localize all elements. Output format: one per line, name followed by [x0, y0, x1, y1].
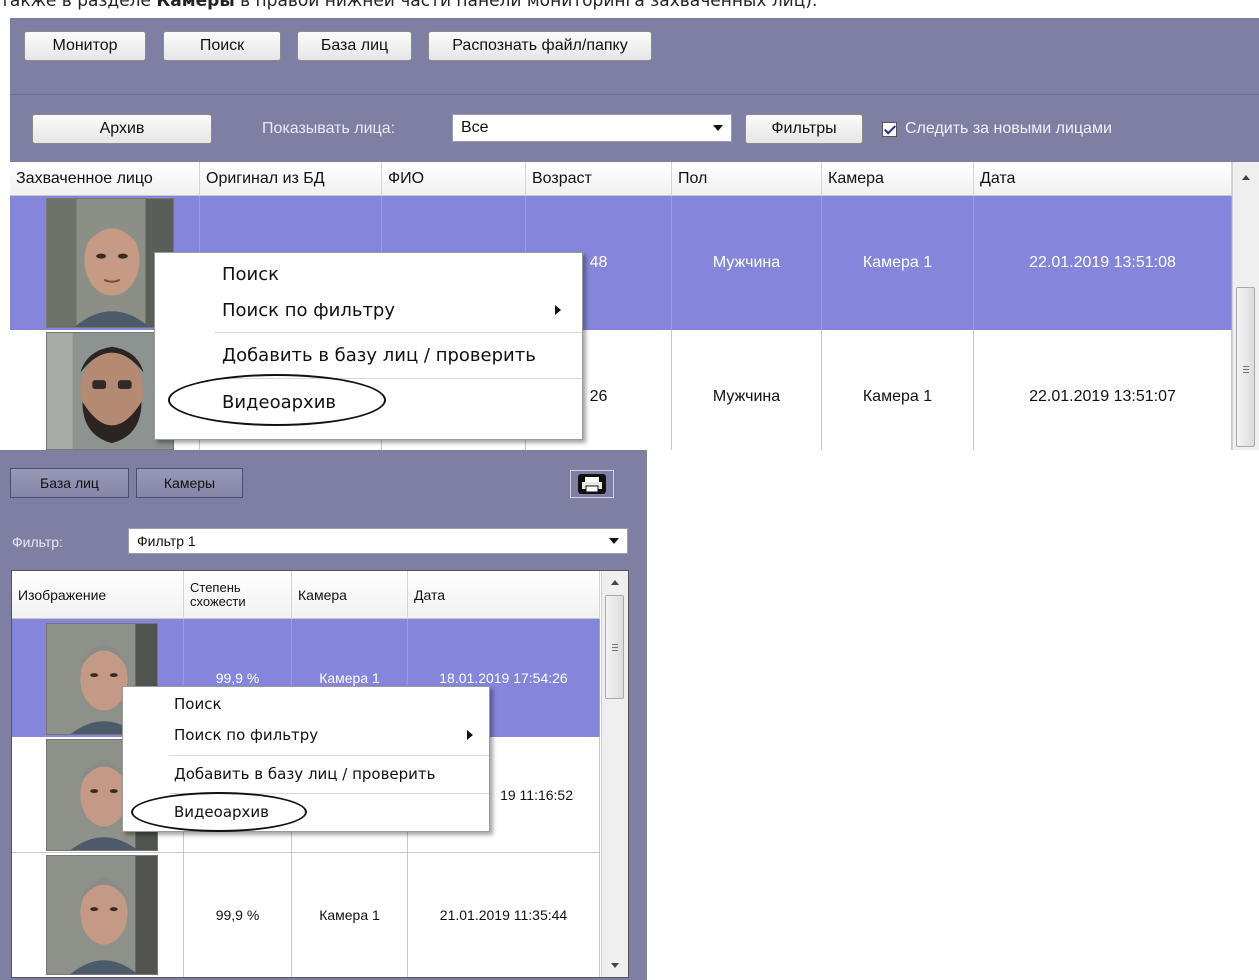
printer-icon — [578, 474, 606, 494]
col-full-name[interactable]: ФИО — [382, 162, 526, 196]
checkbox-checked-icon[interactable] — [882, 121, 897, 137]
instruction-text: также в разделе Камеры в правой нижней ч… — [0, 0, 817, 11]
scroll-grip-icon — [1242, 366, 1249, 373]
event-face-image — [46, 855, 158, 975]
print-button[interactable] — [570, 470, 614, 498]
follow-new-faces-label: Следить за новыми лицами — [905, 120, 1112, 137]
gender-cell: Мужчина — [672, 196, 822, 330]
tab-cameras[interactable]: Камеры — [136, 468, 243, 498]
show-faces-value: Все — [461, 119, 489, 136]
menu-separator — [215, 332, 582, 333]
dropdown-arrow-icon — [713, 125, 723, 131]
camera-cell: Камера 1 — [822, 196, 974, 330]
dropdown-arrow-icon — [609, 538, 619, 544]
col-gender[interactable]: Пол — [672, 162, 822, 196]
col-date[interactable]: Дата — [408, 571, 600, 619]
camera-events-window: База лиц Камеры Фильтр: Фильтр 1 Изображ… — [0, 450, 647, 980]
date-cell: 21.01.2019 11:35:44 — [408, 853, 600, 977]
filter-value: Фильтр 1 — [137, 533, 196, 549]
scroll-down-icon[interactable] — [611, 963, 619, 968]
instruction-bold: Камеры — [156, 0, 235, 11]
submenu-arrow-icon — [555, 305, 561, 315]
scroll-up-icon[interactable] — [611, 580, 619, 585]
highlight-oval — [168, 374, 386, 426]
col-captured-face[interactable]: Захваченное лицо — [10, 162, 200, 196]
scroll-thumb[interactable] — [1236, 287, 1255, 447]
tab-face-db[interactable]: База лиц — [10, 468, 129, 498]
menu-item-add-to-db[interactable]: Добавить в базу лиц / проверить — [155, 339, 582, 371]
archive-button[interactable]: Архив — [32, 114, 212, 144]
col-image[interactable]: Изображение — [12, 571, 184, 619]
menu-item-search-by-filter[interactable]: Поиск по фильтру — [123, 721, 489, 749]
scroll-grip-icon — [611, 644, 618, 651]
col-camera[interactable]: Камера — [292, 571, 408, 619]
menu-item-search-by-filter-label: Поиск по фильтру — [222, 299, 396, 321]
scroll-up-icon[interactable] — [1242, 175, 1250, 180]
filters-button[interactable]: Фильтры — [745, 114, 863, 144]
similarity-cell: 99,9 % — [184, 853, 292, 977]
search-button[interactable]: Поиск — [163, 31, 281, 61]
table-header: Изображение Степень схожести Камера Дата — [12, 571, 600, 619]
filter-combo[interactable]: Фильтр 1 — [128, 528, 628, 554]
menu-item-add-to-db[interactable]: Добавить в базу лиц / проверить — [123, 760, 489, 788]
show-faces-combo[interactable]: Все — [452, 114, 732, 142]
menu-item-search-by-filter-label: Поиск по фильтру — [174, 726, 319, 744]
monitor-button[interactable]: Монитор — [24, 31, 146, 61]
menu-item-search[interactable]: Поиск — [155, 259, 582, 289]
date-cell: 22.01.2019 13:51:08 — [974, 196, 1232, 330]
screenshot-root: также в разделе Камеры в правой нижней ч… — [0, 0, 1259, 980]
vertical-scrollbar[interactable] — [1232, 162, 1259, 450]
col-age[interactable]: Возраст — [526, 162, 672, 196]
menu-separator — [169, 755, 489, 756]
table-header: Захваченное лицо Оригинал из БД ФИО Возр… — [10, 162, 1232, 196]
face-db-button[interactable]: База лиц — [297, 31, 412, 61]
show-faces-label: Показывать лица: — [262, 120, 396, 137]
col-db-original[interactable]: Оригинал из БД — [200, 162, 382, 196]
recognize-file-button[interactable]: Распознать файл/папку — [428, 31, 652, 61]
instruction-prefix: также в разделе — [0, 0, 157, 11]
gender-cell: Мужчина — [672, 330, 822, 450]
date-cell: 22.01.2019 13:51:07 — [974, 330, 1232, 450]
vertical-scrollbar[interactable] — [601, 571, 628, 977]
col-camera[interactable]: Камера — [822, 162, 974, 196]
toolbar-divider — [10, 94, 1259, 95]
filter-label: Фильтр: — [12, 534, 63, 550]
col-date[interactable]: Дата — [974, 162, 1232, 196]
camera-cell: Камера 1 — [822, 330, 974, 450]
instruction-suffix: в правой нижней части панели мониторинга… — [234, 0, 818, 11]
submenu-arrow-icon — [467, 730, 473, 740]
follow-new-faces-checkbox[interactable]: Следить за новыми лицами — [882, 120, 1112, 138]
scroll-thumb[interactable] — [605, 595, 624, 699]
captured-faces-window: Монитор Поиск База лиц Распознать файл/п… — [10, 18, 1259, 450]
col-similarity[interactable]: Степень схожести — [184, 571, 292, 619]
camera-cell: Камера 1 — [292, 853, 408, 977]
highlight-oval — [131, 792, 307, 832]
menu-item-search[interactable]: Поиск — [123, 691, 489, 717]
menu-item-search-by-filter[interactable]: Поиск по фильтру — [155, 293, 582, 327]
